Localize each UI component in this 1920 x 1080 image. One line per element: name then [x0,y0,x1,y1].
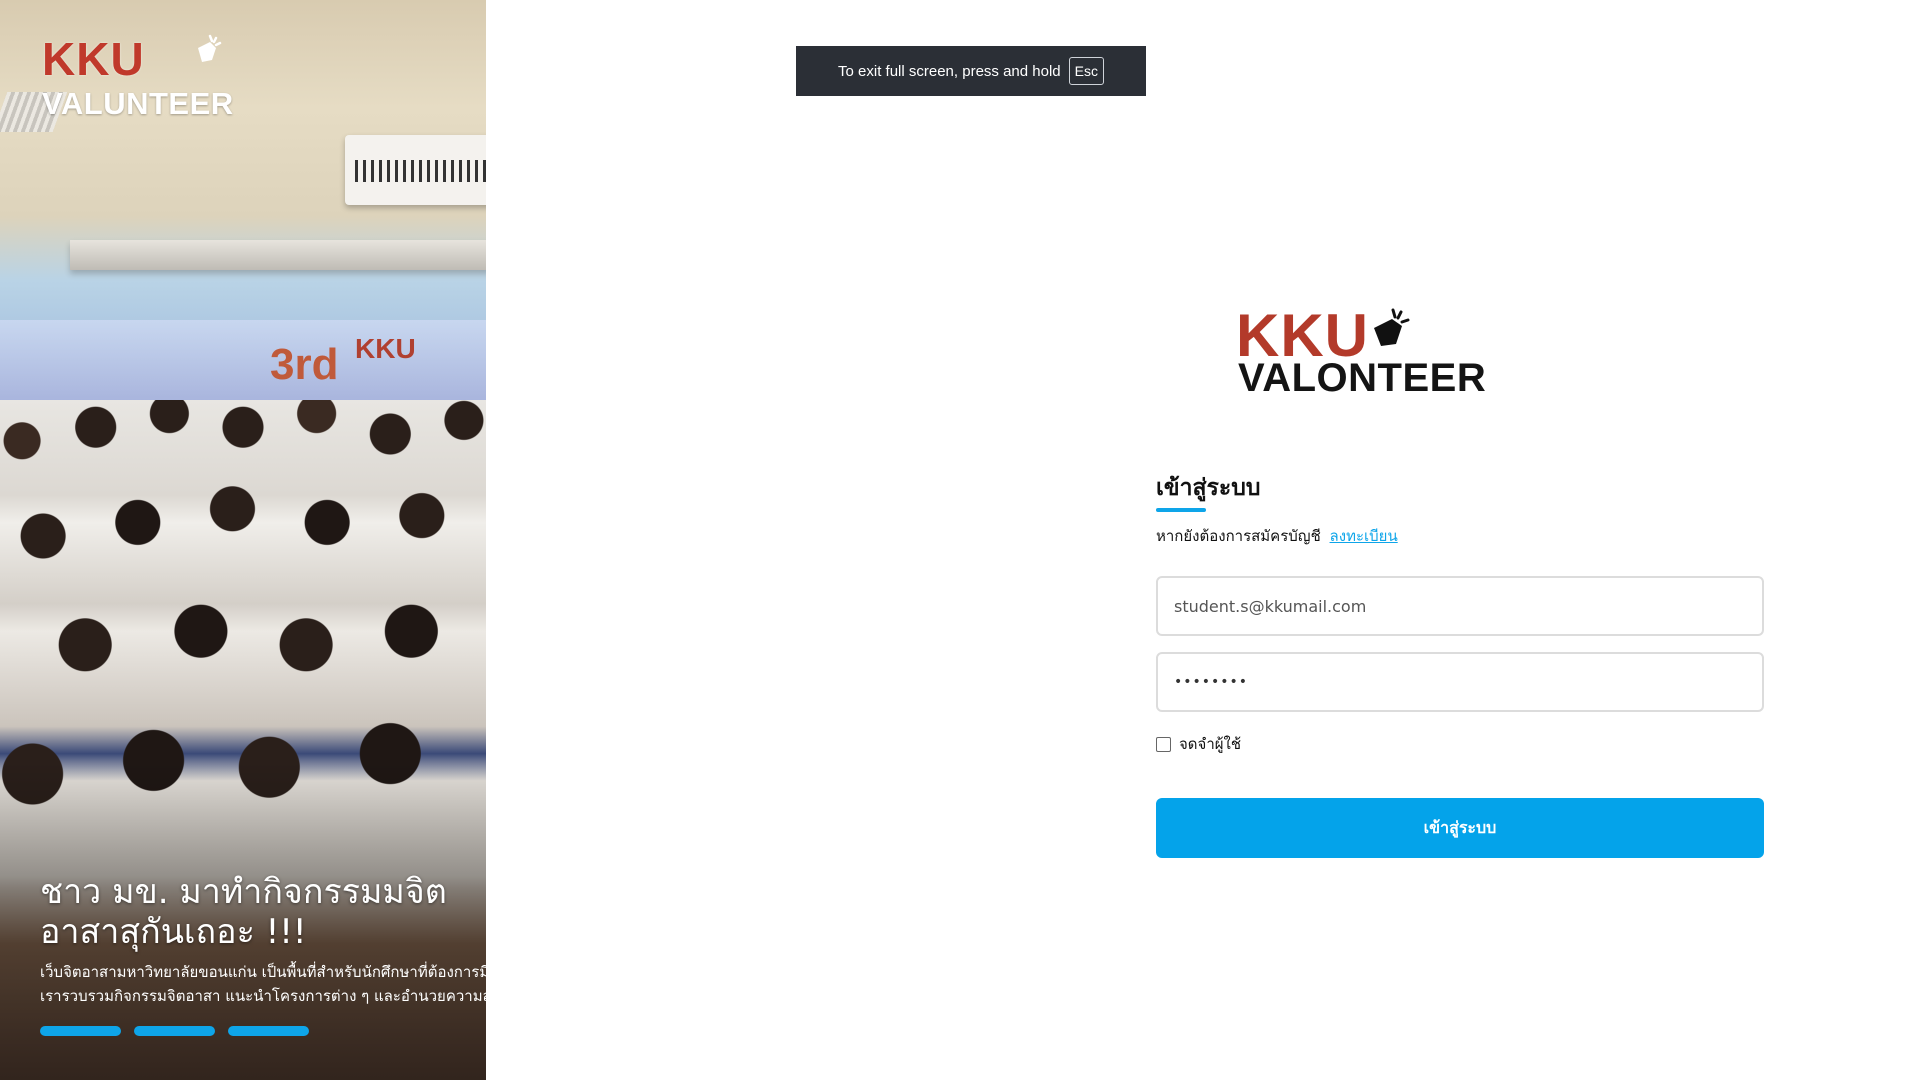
brand-valonteer-text: VALONTEER [1238,356,1487,400]
carousel-dot[interactable] [228,1026,309,1036]
title-underline [1156,508,1206,512]
remember-checkbox[interactable] [1156,736,1171,752]
banner-text: KKU [355,333,416,364]
hero-panel: 3rd KKU KKU VALUNTEER ชาว มข. มาทำกิจกรร… [0,0,486,1080]
email-value: student.s@kkumail.com [1174,596,1367,616]
mini-heart-hand-icon [1366,308,1412,359]
remember-me: จดจำผู้ใช้ [1156,732,1764,756]
password-field[interactable]: •••••••• [1156,652,1764,712]
mini-heart-hand-icon [190,34,224,72]
brand-logo: KKU VALONTEER [1236,306,1486,406]
signup-prompt-text: หากยังต้องการสมัครบัญชี [1156,527,1321,545]
carousel-dot[interactable] [40,1026,121,1036]
login-title: เข้าสู่ระบบ [1156,475,1261,501]
signup-prompt: หากยังต้องการสมัครบัญชี ลงทะเบียน [1156,524,1764,548]
ceiling-beam [70,240,486,270]
login-form: เข้าสู่ระบบ หากยังต้องการสมัครบัญชี ลงทะ… [1156,472,1764,858]
email-field[interactable]: student.s@kkumail.com [1156,576,1764,636]
hero-description-line: เว็บจิตอาสามหาวิทยาลัยขอนแก่น เป็นพื้นที… [40,963,486,981]
carousel-dot[interactable] [134,1026,215,1036]
air-conditioner [345,135,486,205]
hero-description-line: เรารวบรวมกิจกรรมจิตอาสา แนะนำโครงการต่าง… [40,987,486,1005]
hero-description: เว็บจิตอาสามหาวิทยาลัยขอนแก่น เป็นพื้นที… [40,960,486,1008]
fullscreen-notice-text: To exit full screen, press and hold [838,62,1061,80]
hero-logo: KKU VALUNTEER [42,32,234,122]
password-value: •••••••• [1174,674,1249,690]
remember-label: จดจำผู้ใช้ [1179,735,1242,753]
carousel-indicators [40,1026,309,1036]
hero-headline: ชาว มข. มาทำกิจกรรมมจิตอาสาสุกันเถอะ !!! [40,872,447,952]
logo-valunteer-text: VALUNTEER [42,86,234,121]
register-link[interactable]: ลงทะเบียน [1330,527,1398,545]
login-button[interactable]: เข้าสู่ระบบ [1156,798,1764,858]
esc-key-badge: Esc [1068,57,1104,85]
fullscreen-exit-notice: To exit full screen, press and hold Esc [796,46,1146,96]
banner-text: 3rd [270,340,339,389]
